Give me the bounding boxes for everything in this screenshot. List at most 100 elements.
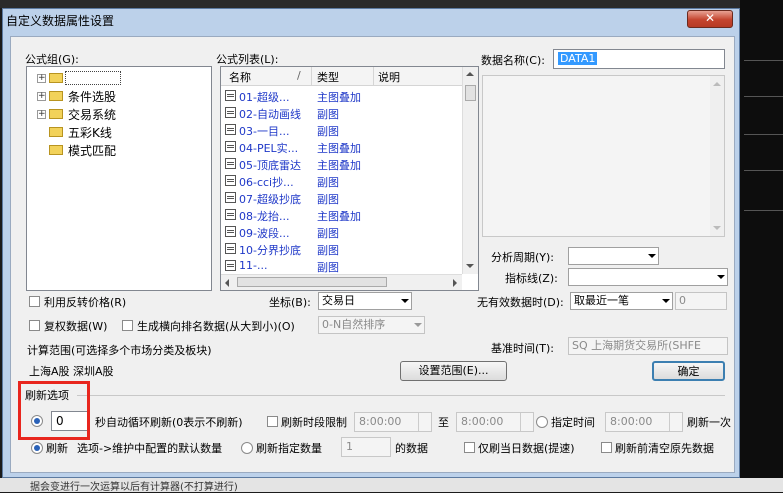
coord-select[interactable]: 交易日 (318, 292, 412, 310)
expand-icon[interactable]: + (37, 92, 46, 101)
chevron-down-icon (648, 254, 656, 258)
hscroll-thumb[interactable] (237, 277, 387, 287)
data-name-input[interactable]: DATA1 (553, 49, 725, 69)
scroll-down-icon[interactable] (466, 264, 474, 268)
turnover-price-checkbox[interactable] (29, 296, 40, 307)
config-text: 选项->维护中配置的默认数量 (77, 442, 223, 455)
description-scrollbar[interactable] (710, 76, 724, 236)
list-item[interactable]: 03-一目... 副图 (221, 122, 461, 139)
period-select[interactable] (568, 247, 659, 265)
scroll-up-icon[interactable] (713, 82, 721, 86)
refresh-once-label: 刷新一次 (687, 416, 731, 429)
background-text-strip: 据会变进行一次运算以后有计算器(不打算进行) (0, 478, 783, 493)
base-time-label: 基准时间(T): (491, 342, 555, 355)
period-label: 分析周期(Y): (491, 251, 555, 264)
folder-icon (49, 145, 63, 155)
specified-count-radio[interactable] (241, 442, 253, 454)
indicator-label: 指标线(Z): (505, 272, 558, 285)
description-area (482, 75, 725, 237)
scroll-right-icon[interactable] (453, 279, 457, 287)
specified-count-label: 刷新指定数量 (256, 442, 322, 455)
refresh-radio[interactable] (31, 442, 43, 454)
chevron-down-icon (401, 299, 409, 303)
background-desktop-top (0, 0, 783, 8)
indicator-select[interactable] (568, 268, 728, 286)
chevron-down-icon (717, 275, 725, 279)
spinner-icon[interactable] (669, 413, 682, 431)
column-header-type[interactable]: 类型 (317, 69, 339, 85)
scroll-thumb[interactable] (465, 85, 476, 101)
time-from-input[interactable]: 8:00:00 (354, 412, 432, 432)
formula-group-tree[interactable]: + + 条件选股 + 交易系统 五彩K线 模式匹配 (26, 66, 212, 291)
time-limit-checkbox[interactable] (267, 416, 278, 427)
folder-icon (49, 91, 63, 101)
calc-range-label: 计算范围(可选择多个市场分类及板块) (27, 344, 212, 357)
spinner-icon[interactable] (520, 413, 533, 431)
list-item[interactable]: 08-龙抬... 主图叠加 (221, 207, 461, 224)
spinner-icon[interactable] (418, 413, 431, 431)
list-item[interactable]: 05-顶底雷达 主图叠加 (221, 156, 461, 173)
ok-button[interactable]: 确定 (652, 361, 725, 381)
list-item[interactable]: 04-PEL实... 主图叠加 (221, 139, 461, 156)
section-divider (77, 395, 725, 396)
list-item[interactable]: 11-... 副图 (221, 258, 461, 275)
adjusted-checkbox[interactable] (29, 320, 40, 331)
scroll-up-icon[interactable] (466, 72, 474, 76)
count-input[interactable]: 1 (341, 437, 391, 457)
nodata-number-input[interactable]: 0 (675, 292, 727, 310)
list-item[interactable]: 09-波段... 副图 (221, 224, 461, 241)
scroll-down-icon[interactable] (713, 226, 721, 230)
list-header: 名称 / 类型 说明 (221, 67, 462, 86)
column-header-name[interactable]: 名称 (229, 69, 251, 85)
calc-range-value: 上海A股 深圳A股 (29, 365, 114, 378)
rank-mode-select[interactable]: 0-N自然排序 (318, 316, 425, 334)
background-line (744, 210, 783, 211)
data-name-value: DATA1 (558, 52, 598, 65)
formula-icon (225, 226, 236, 237)
formula-icon (225, 90, 236, 101)
tree-item-root[interactable] (65, 71, 121, 85)
tree-item-trading[interactable]: 交易系统 (68, 106, 116, 123)
highlight-box (18, 381, 90, 440)
formula-icon (225, 124, 236, 135)
tree-item-colork[interactable]: 五彩K线 (68, 124, 112, 141)
tree-item-condition[interactable]: 条件选股 (68, 88, 116, 105)
formula-icon (225, 107, 236, 118)
close-button[interactable]: ✕ (687, 10, 733, 28)
list-item[interactable]: 02-自动画线 副图 (221, 105, 461, 122)
clear-first-label: 刷新前清空原先数据 (615, 442, 714, 455)
folder-icon (49, 127, 63, 137)
set-range-button[interactable]: 设置范围(E)... (400, 361, 507, 381)
tree-item-pattern[interactable]: 模式匹配 (68, 142, 116, 159)
list-vertical-scrollbar[interactable] (462, 67, 478, 274)
nodata-label: 无有效数据时(D): (477, 296, 564, 309)
expand-icon[interactable]: + (37, 110, 46, 119)
formula-group-label: 公式组(G): (25, 53, 79, 66)
scroll-left-icon[interactable] (225, 279, 229, 287)
specified-time-input[interactable]: 8:00:00 (605, 412, 683, 432)
list-item[interactable]: 07-超级抄底 副图 (221, 190, 461, 207)
base-time-select[interactable]: SQ 上海期货交易所(SHFE (568, 337, 728, 355)
column-header-desc[interactable]: 说明 (378, 69, 400, 85)
clear-first-checkbox[interactable] (601, 442, 612, 453)
specified-time-radio[interactable] (536, 416, 548, 428)
today-only-checkbox[interactable] (464, 442, 475, 453)
formula-icon (225, 243, 236, 254)
rank-checkbox[interactable] (122, 320, 133, 331)
formula-list[interactable]: 名称 / 类型 说明 01-超级... 主图叠加 02-自动画线 副图 03-一目.… (220, 66, 479, 291)
expand-icon[interactable]: + (37, 74, 46, 83)
list-horizontal-scrollbar[interactable] (221, 274, 462, 290)
nodata-select[interactable]: 取最近一笔 (570, 292, 673, 310)
dialog-client-area: 公式组(G): + + 条件选股 + 交易系统 五彩K线 模式匹配 公式列表(L… (10, 36, 735, 473)
refresh-interval-text: 秒自动循环刷新(0表示不刷新) (95, 416, 243, 429)
today-only-label: 仅刷当日数据(提速) (478, 442, 575, 455)
rank-label: 生成横向排名数据(从大到小)(O) (137, 320, 295, 333)
list-item[interactable]: 06-cci抄... 副图 (221, 173, 461, 190)
refresh-radio-label: 刷新 (46, 442, 68, 455)
time-to-input[interactable]: 8:00:00 (456, 412, 534, 432)
background-line (744, 170, 783, 171)
chevron-down-icon (662, 299, 670, 303)
list-item[interactable]: 10-分界抄底 副图 (221, 241, 461, 258)
list-item[interactable]: 01-超级... 主图叠加 (221, 88, 461, 105)
close-icon: ✕ (704, 11, 716, 25)
